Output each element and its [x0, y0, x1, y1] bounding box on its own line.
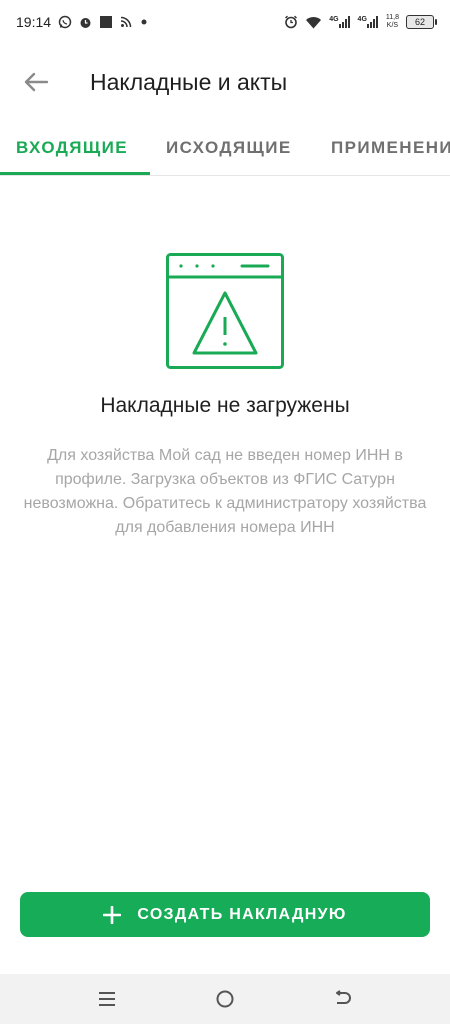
create-invoice-label: СОЗДАТЬ НАКЛАДНУЮ: [137, 905, 347, 923]
whatsapp-icon: [58, 15, 72, 29]
active-tab-indicator: [0, 172, 150, 175]
screen: 19:14 4G 4G 11,8 K/S 62 Накладные и акты…: [0, 0, 450, 1024]
status-bar: 19:14 4G 4G 11,8 K/S 62: [0, 0, 450, 44]
arrow-left-icon: [23, 72, 49, 92]
back-button[interactable]: [16, 62, 56, 102]
status-left: 19:14: [16, 14, 149, 30]
browser-warning-icon: [166, 253, 284, 369]
plus-icon: [103, 905, 122, 924]
dot-icon: [139, 17, 149, 27]
status-time: 19:14: [16, 14, 52, 30]
home-icon[interactable]: [212, 986, 238, 1012]
system-nav-bar: [0, 974, 450, 1024]
alarm-icon: [79, 16, 92, 29]
rss-icon: [120, 16, 132, 28]
network-type-label: 4G: [329, 16, 339, 23]
speed-value: 11,8: [385, 14, 399, 21]
wifi-icon: [305, 16, 322, 29]
status-right: 4G 4G 11,8 K/S 62: [284, 14, 437, 30]
signal-icon: 4G: [358, 16, 379, 28]
page-title: Накладные и акты: [90, 68, 288, 95]
network-speed: 11,8 K/S: [386, 14, 399, 30]
tab-bar: ВХОДЯЩИЕ ИСХОДЯЩИЕ ПРИМЕНЕНИЯ: [0, 120, 450, 176]
battery-icon: 62: [406, 15, 437, 29]
create-invoice-button[interactable]: СОЗДАТЬ НАКЛАДНУЮ: [20, 892, 430, 937]
empty-state-title: Накладные не загружены: [100, 394, 350, 417]
tab-incoming[interactable]: ВХОДЯЩИЕ: [16, 120, 128, 175]
battery-level: 62: [414, 17, 425, 27]
app-bar: Накладные и акты: [0, 44, 450, 120]
speed-unit: K/S: [386, 22, 399, 29]
tab-applications[interactable]: ПРИМЕНЕНИЯ: [331, 120, 450, 175]
square-notification-icon: [99, 15, 113, 29]
network-type-label: 4G: [357, 16, 367, 23]
empty-state-description: Для хозяйства Мой сад не введен номер ИН…: [23, 447, 427, 536]
back-icon[interactable]: [330, 986, 356, 1012]
tab-outgoing[interactable]: ИСХОДЯЩИЕ: [166, 120, 292, 175]
signal-icon: 4G: [329, 16, 350, 28]
menu-icon[interactable]: [94, 986, 120, 1012]
alarm-icon: [284, 15, 298, 29]
